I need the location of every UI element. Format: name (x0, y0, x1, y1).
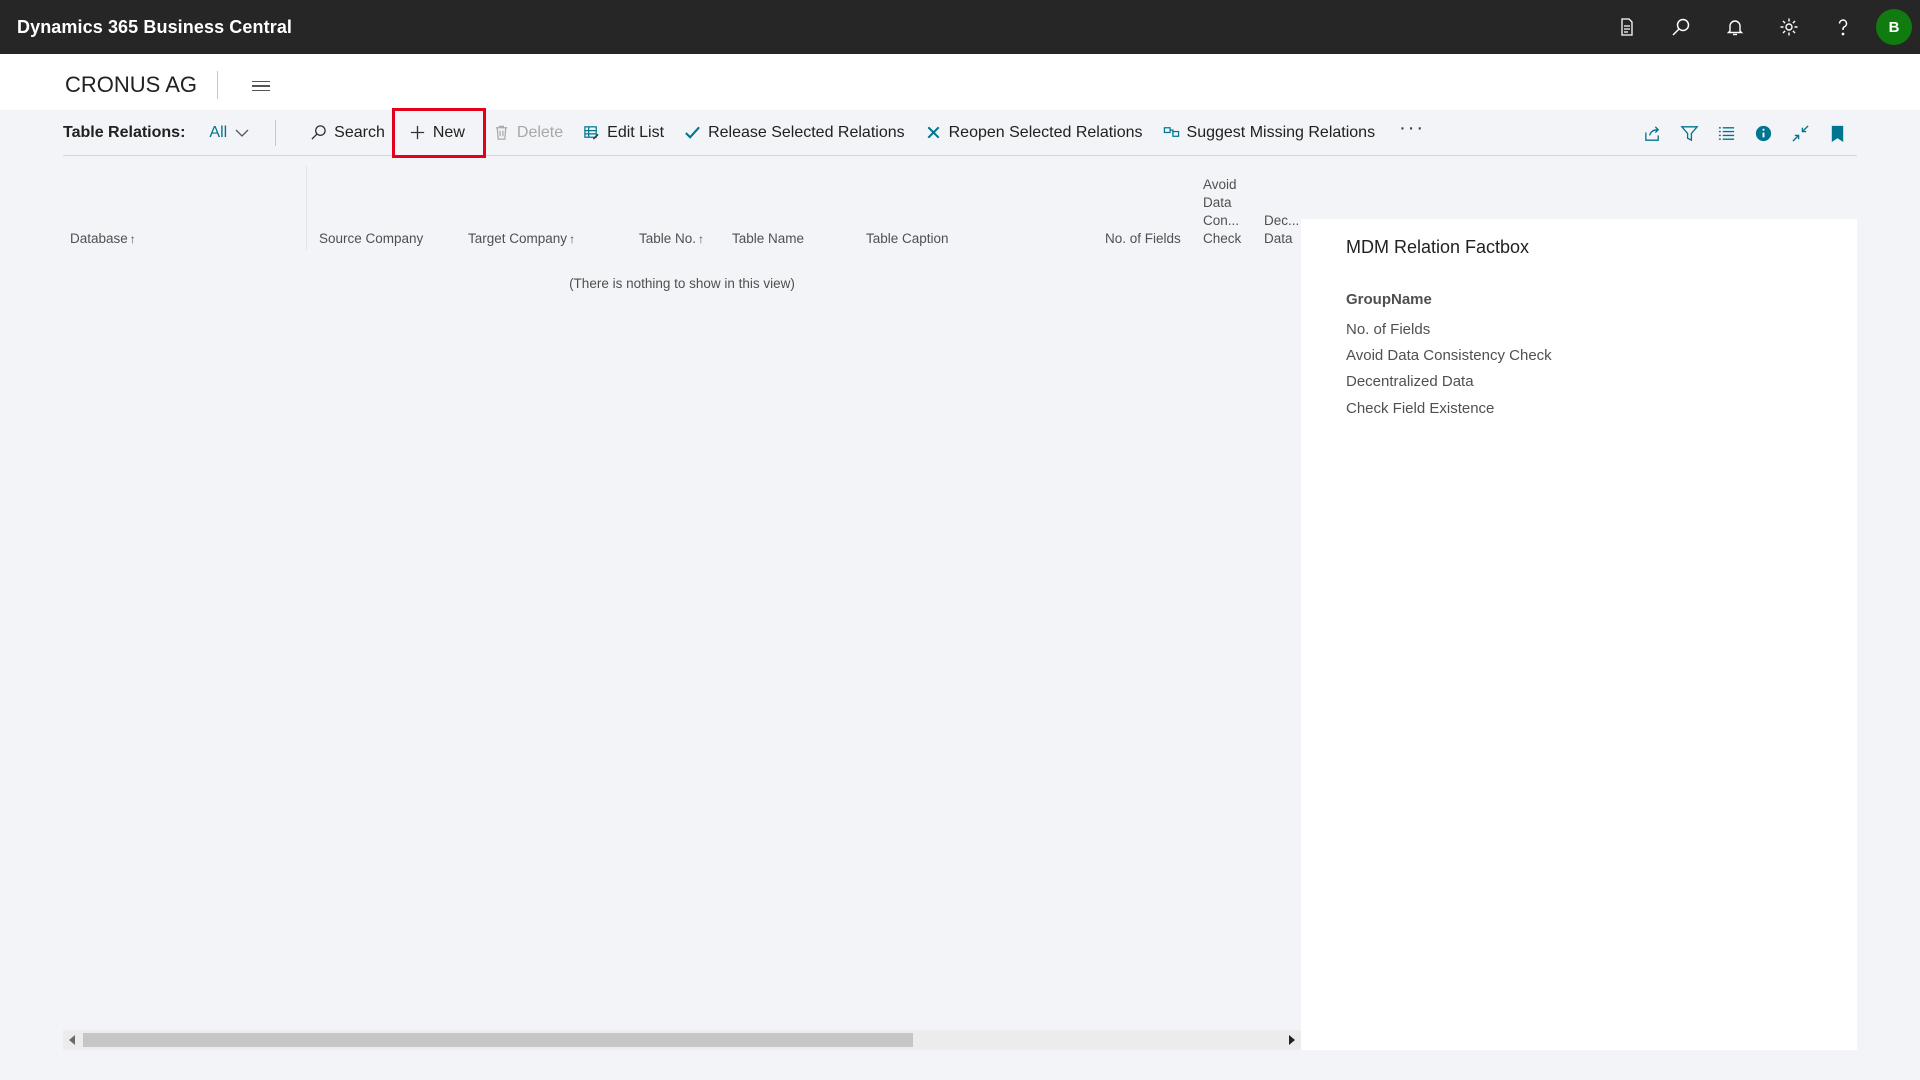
factbox-field: Avoid Data Consistency Check (1346, 347, 1552, 365)
view-label: All (209, 123, 228, 141)
list-view-icon[interactable] (1717, 124, 1736, 143)
table-relations-grid: Database ↑ Source Company Target Company ↑… (63, 156, 1301, 1056)
factbox-field-list: No. of Fields Avoid Data Consistency Che… (1346, 317, 1552, 422)
delete-button-label: Delete (516, 123, 564, 141)
column-header-target-company[interactable]: Target Company ↑ (468, 230, 575, 248)
column-header-table-no[interactable]: Table No. ↑ (639, 230, 704, 248)
column-header-table-caption[interactable]: Table Caption (866, 230, 949, 248)
scroll-right-arrow-icon[interactable] (1289, 1035, 1295, 1045)
share-icon[interactable] (1643, 124, 1662, 143)
hamburger-menu-icon[interactable] (252, 77, 274, 95)
divider (217, 71, 218, 99)
search-button-label: Search (334, 123, 385, 141)
empty-list-message: (There is nothing to show in this view) (569, 276, 795, 291)
delete-button[interactable]: Delete (483, 114, 573, 152)
mdm-relation-factbox: MDM Relation Factbox GroupName No. of Fi… (1301, 219, 1857, 1050)
scroll-left-arrow-icon[interactable] (69, 1035, 75, 1045)
search-icon[interactable] (1654, 0, 1708, 54)
filter-icon[interactable] (1680, 124, 1699, 143)
close-icon (927, 126, 940, 139)
new-button-label: New (432, 123, 465, 141)
gear-icon[interactable] (1762, 0, 1816, 54)
relations-icon (1163, 127, 1179, 137)
more-actions-button[interactable]: ··· (1385, 117, 1439, 140)
column-header-no-of-fields[interactable]: No. of Fields (1105, 230, 1181, 248)
bell-icon[interactable] (1708, 0, 1762, 54)
factbox-field: Decentralized Data (1346, 373, 1474, 391)
checkmark-icon (685, 126, 700, 139)
help-icon[interactable] (1816, 0, 1870, 54)
suggest-missing-relations-button[interactable]: Suggest Missing Relations (1153, 114, 1386, 152)
column-divider (306, 166, 307, 250)
company-header: CRONUS AG (0, 54, 1920, 110)
app-bar: Dynamics 365 Business Central B (0, 0, 1920, 54)
edit-list-icon (584, 126, 599, 140)
bookmark-icon[interactable] (1828, 124, 1847, 143)
release-selected-relations-button[interactable]: Release Selected Relations (674, 114, 915, 152)
column-header-avoid-data-consistency-check[interactable]: Avoid Data Con... Check (1203, 176, 1241, 248)
factbox-field: Check Field Existence (1346, 399, 1495, 417)
suggest-button-label: Suggest Missing Relations (1186, 123, 1376, 141)
page-caption: Table Relations: (63, 123, 186, 141)
column-header-source-company[interactable]: Source Company (319, 230, 423, 248)
collapse-icon[interactable] (1791, 124, 1810, 143)
edit-list-button-label: Edit List (607, 123, 665, 141)
sort-ascending-icon: ↑ (129, 232, 136, 246)
company-name[interactable]: CRONUS AG (65, 72, 197, 98)
action-bar: Table Relations: All Search New Delete E… (63, 107, 1857, 158)
sort-ascending-icon: ↑ (698, 232, 705, 246)
trash-icon (495, 125, 508, 140)
view-selector[interactable]: All (209, 124, 249, 142)
horizontal-scrollbar[interactable] (63, 1030, 1301, 1050)
edit-list-button[interactable]: Edit List (573, 114, 674, 152)
action-bar-right (1643, 110, 1857, 156)
user-avatar[interactable]: B (1876, 9, 1912, 45)
column-header-database[interactable]: Database ↑ (70, 230, 136, 248)
info-icon[interactable] (1754, 124, 1773, 143)
factbox-field: No. of Fields (1346, 321, 1431, 338)
factbox-group-name: GroupName (1346, 291, 1432, 308)
divider (275, 119, 277, 146)
plus-icon (410, 125, 424, 140)
reopen-selected-relations-button[interactable]: Reopen Selected Relations (915, 114, 1153, 152)
search-icon (311, 125, 326, 140)
scrollbar-thumb[interactable] (83, 1033, 913, 1047)
document-icon[interactable] (1600, 0, 1654, 54)
new-button[interactable]: New (391, 107, 486, 158)
reopen-button-label: Reopen Selected Relations (948, 123, 1143, 141)
chevron-down-icon (235, 129, 249, 137)
column-header-table-name[interactable]: Table Name (732, 230, 804, 248)
factbox-title: MDM Relation Factbox (1346, 237, 1530, 257)
search-button[interactable]: Search (300, 114, 395, 152)
release-button-label: Release Selected Relations (708, 123, 905, 141)
grid-header: Database ↑ Source Company Target Company ↑… (63, 156, 1301, 250)
column-header-decentralized-data[interactable]: Dec... Data (1264, 212, 1299, 248)
app-title[interactable]: Dynamics 365 Business Central (17, 17, 292, 38)
sort-ascending-icon: ↑ (569, 232, 576, 246)
app-bar-icons: B (1600, 0, 1920, 54)
